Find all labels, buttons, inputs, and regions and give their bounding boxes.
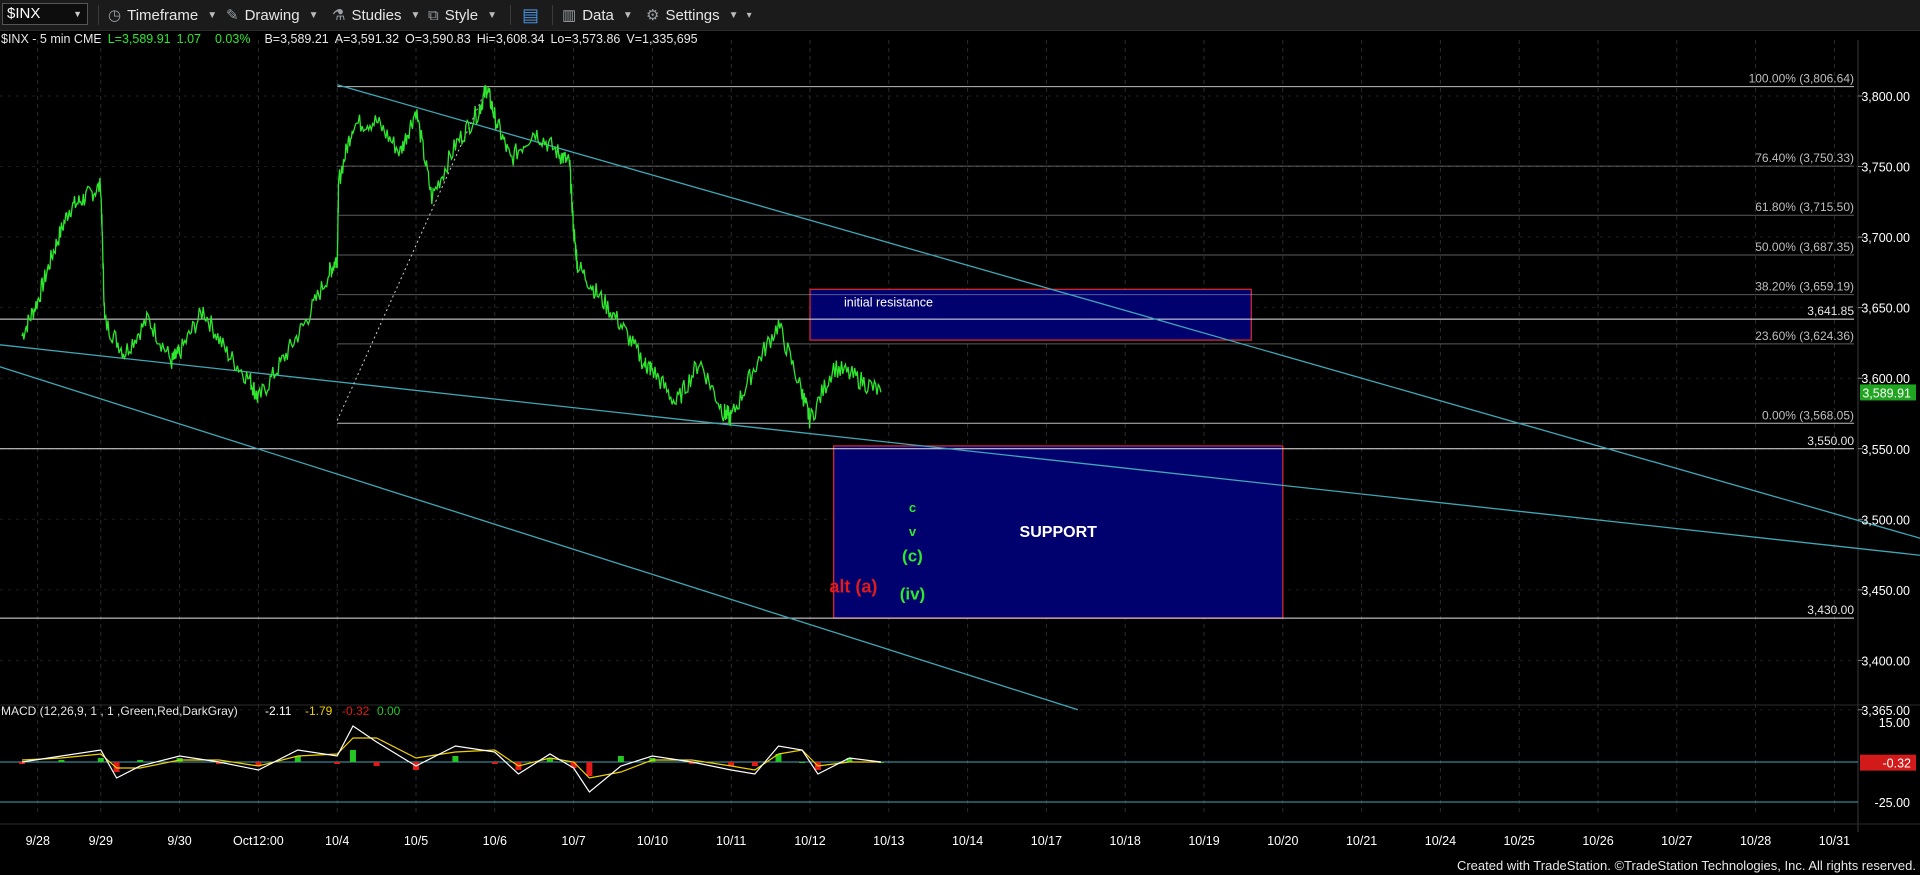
wave-label: (iv) xyxy=(900,585,926,604)
date-axis-tick: 10/12 xyxy=(794,834,825,848)
macd-histogram-bar xyxy=(137,760,144,762)
resistance-box-label: initial resistance xyxy=(844,295,933,309)
price-axis-tick: 3,450.00 xyxy=(1861,584,1910,598)
date-axis-tick: 10/14 xyxy=(952,834,983,848)
macd-histogram-bar xyxy=(452,756,459,762)
date-axis-tick: 10/5 xyxy=(404,834,428,848)
macd-value: 0.00 xyxy=(377,704,401,718)
fib-level-label: 23.60% (3,624.36) xyxy=(1755,329,1854,343)
date-axis-tick: 10/31 xyxy=(1819,834,1850,848)
price-axis-tick: 3,400.00 xyxy=(1861,654,1910,668)
price-level-label: 3,430.00 xyxy=(1807,603,1854,617)
date-axis-tick: 10/17 xyxy=(1031,834,1062,848)
price-axis-tick: 3,650.00 xyxy=(1861,302,1910,316)
fib-level-label: 38.20% (3,659.19) xyxy=(1755,280,1854,294)
wave-label: v xyxy=(909,524,917,539)
date-axis-tick: 10/21 xyxy=(1346,834,1377,848)
price-series-line xyxy=(21,84,882,429)
date-axis-tick: 10/4 xyxy=(325,834,349,848)
wave-label: (c) xyxy=(902,547,923,566)
macd-axis-tick: 15.00 xyxy=(1879,716,1910,730)
price-axis-tick: 3,700.00 xyxy=(1861,231,1910,245)
support-box-label: SUPPORT xyxy=(1020,524,1098,541)
date-axis-tick: 9/30 xyxy=(167,834,191,848)
macd-histogram-bar xyxy=(751,762,758,766)
last-price-label: 3,589.91 xyxy=(1862,386,1911,400)
date-axis-tick: 10/24 xyxy=(1425,834,1456,848)
macd-value: -0.32 xyxy=(342,704,370,718)
date-axis-tick: Oct12:00 xyxy=(233,834,284,848)
macd-line xyxy=(21,725,881,793)
macd-label: MACD (12,26,9, 1 , 1 ,Green,Red,DarkGray… xyxy=(1,704,238,718)
wave-label: alt (a) xyxy=(829,577,877,597)
price-axis-tick: 3,750.00 xyxy=(1861,161,1910,175)
fib-level-label: 61.80% (3,715.50) xyxy=(1755,200,1854,214)
macd-histogram-bar xyxy=(97,758,104,762)
price-axis-tick: 3,800.00 xyxy=(1861,90,1910,104)
fib-level-label: 100.00% (3,806.64) xyxy=(1749,72,1854,86)
macd-histogram-bar xyxy=(349,750,356,762)
date-axis-tick: 10/19 xyxy=(1188,834,1219,848)
price-level-label: 3,641.85 xyxy=(1807,304,1854,318)
fib-level-label: 50.00% (3,687.35) xyxy=(1755,240,1854,254)
macd-axis-tick: -25.00 xyxy=(1875,796,1910,810)
price-level-label: 3,550.00 xyxy=(1807,434,1854,448)
fib-level-label: 76.40% (3,750.33) xyxy=(1755,151,1854,165)
footer-copyright: Created with TradeStation. ©TradeStation… xyxy=(1456,858,1916,873)
macd-histogram-bar xyxy=(491,762,498,764)
macd-value: -2.11 xyxy=(265,704,292,718)
date-axis-tick: 10/10 xyxy=(637,834,668,848)
date-axis-tick: 10/13 xyxy=(873,834,904,848)
price-axis-tick: 3,500.00 xyxy=(1861,513,1910,527)
macd-histogram-bar xyxy=(799,762,806,763)
date-axis-tick: 10/20 xyxy=(1267,834,1298,848)
macd-histogram-bar xyxy=(58,760,65,762)
price-chart[interactable]: initial resistance SUPPORT 100.00% (3,806.… xyxy=(0,0,1920,875)
macd-current-label: -0.32 xyxy=(1883,757,1912,771)
date-axis-tick: 10/18 xyxy=(1110,834,1141,848)
macd-signal-line xyxy=(21,737,881,779)
date-axis-tick: 10/27 xyxy=(1661,834,1692,848)
macd-histogram-bar xyxy=(19,762,25,764)
date-axis-tick: 10/7 xyxy=(561,834,585,848)
macd-histogram-bar xyxy=(617,756,624,762)
date-axis-tick: 10/26 xyxy=(1582,834,1613,848)
fib-level-label: 0.00% (3,568.05) xyxy=(1762,408,1854,422)
date-axis-tick: 9/28 xyxy=(26,834,50,848)
date-axis-tick: 10/6 xyxy=(483,834,507,848)
price-axis-tick: 3,600.00 xyxy=(1861,372,1910,386)
date-axis-tick: 10/11 xyxy=(716,834,746,848)
macd-histogram-bar xyxy=(586,762,593,776)
date-axis-tick: 10/25 xyxy=(1504,834,1535,848)
price-axis-tick: 3,550.00 xyxy=(1861,443,1910,457)
macd-value: -1.79 xyxy=(305,704,333,718)
wave-label: c xyxy=(909,500,916,515)
date-axis-tick: 10/28 xyxy=(1740,834,1771,848)
macd-histogram-bar xyxy=(113,762,120,772)
macd-histogram-bar xyxy=(373,762,380,766)
date-axis-tick: 9/29 xyxy=(89,834,113,848)
macd-histogram-bar xyxy=(334,762,341,764)
